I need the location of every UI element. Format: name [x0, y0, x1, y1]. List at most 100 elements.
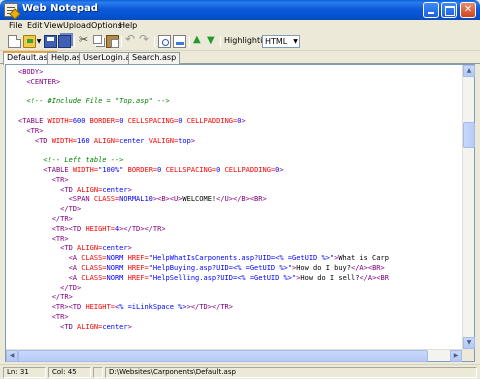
maximize-button[interactable]: [441, 2, 457, 18]
code-token: center: [102, 185, 128, 194]
menu-help[interactable]: Help: [118, 21, 138, 30]
horizontal-scrollbar[interactable]: ◀ ▶: [6, 349, 462, 362]
code-token: >: [190, 136, 196, 145]
code-token: HREF=: [127, 254, 149, 263]
minimize-button[interactable]: [423, 2, 439, 18]
move-up-icon[interactable]: [192, 34, 205, 48]
replace-icon[interactable]: [173, 35, 186, 48]
code-token: WIDTH=: [47, 116, 73, 125]
code-line: <TR><TD HEIGHT=4></TD></TR>: [18, 225, 462, 235]
code-token: NORMAL10: [119, 195, 153, 204]
code-token: <TR>: [51, 175, 69, 184]
code-token: </A><BR: [359, 273, 389, 282]
move-down-icon[interactable]: [206, 35, 219, 48]
code-token: NORM: [106, 273, 128, 282]
code-token: 160: [77, 136, 94, 145]
redo-icon[interactable]: [138, 32, 151, 48]
code-token: <TR>: [51, 234, 69, 243]
cut-icon[interactable]: [78, 33, 91, 48]
code-token: CELLSPACING=: [127, 116, 179, 125]
vertical-scroll-thumb[interactable]: [463, 122, 475, 148]
code-line: <A CLASS=NORM HREF="HelpWhatIsCarponents…: [18, 254, 462, 264]
code-token: BORDER=: [127, 165, 158, 174]
code-token: <!-- #Include File = "Top.asp" -->: [26, 97, 170, 106]
code-text-area[interactable]: <BODY> <CENTER> <!-- #Include File = "To…: [18, 68, 462, 348]
scroll-up-icon[interactable]: ▲: [463, 65, 475, 77]
menu-file[interactable]: File: [8, 21, 23, 30]
code-token: CLASS=: [81, 263, 107, 272]
app-notepad-icon[interactable]: [4, 3, 18, 17]
code-token: 0: [216, 165, 225, 174]
open-dropdown-icon[interactable]: ▼: [36, 35, 42, 48]
status-column-number: Col: 45: [48, 367, 91, 378]
code-line: <TR>: [18, 235, 462, 245]
status-line-number: Ln: 31: [3, 367, 46, 378]
code-line: <A CLASS=NORM HREF="HelpBuying.asp?UID=<…: [18, 264, 462, 274]
code-token: WELCOME!: [182, 195, 217, 204]
menu-edit[interactable]: Edit: [26, 21, 44, 30]
code-line: <TR>: [18, 313, 462, 323]
code-token: <BODY>: [18, 68, 44, 76]
code-editor[interactable]: <BODY> <CENTER> <!-- #Include File = "To…: [5, 64, 475, 362]
code-token: 0: [119, 116, 128, 125]
open-folder-icon[interactable]: [23, 35, 36, 48]
vertical-scrollbar[interactable]: ▲ ▼: [462, 65, 475, 349]
undo-icon[interactable]: [124, 32, 137, 48]
code-line: <TD ALIGN=center>: [18, 323, 462, 333]
scrollbar-corner: [462, 349, 474, 361]
find-icon[interactable]: [158, 35, 171, 48]
code-token: BORDER=: [89, 116, 120, 125]
close-button[interactable]: ✕: [460, 2, 476, 18]
tab-search-asp[interactable]: Search.asp: [128, 52, 181, 64]
code-token: CELLPADDING=: [186, 116, 238, 125]
code-token: >: [127, 185, 132, 194]
code-token: <TR>: [51, 312, 69, 321]
code-line: <BODY>: [18, 68, 462, 78]
menu-view[interactable]: View: [43, 21, 64, 30]
code-token: <TR><TD: [51, 224, 86, 233]
code-token: ALIGN=: [77, 185, 103, 194]
status-modified-indicator: [93, 367, 103, 378]
scroll-right-icon[interactable]: ▶: [450, 350, 462, 362]
scroll-down-icon[interactable]: ▼: [463, 337, 475, 349]
code-token: NORM: [106, 263, 128, 272]
code-line: <A CLASS=NORM HREF="HelpSelling.asp?UID=…: [18, 274, 462, 284]
toolbar: ▼ Highlighting: HTML ▼: [0, 32, 480, 51]
code-token: top: [178, 136, 191, 145]
horizontal-scroll-thumb[interactable]: [18, 350, 428, 362]
toolbar-separator: [189, 36, 190, 47]
save-all-icon[interactable]: [58, 35, 71, 48]
code-token: <CENTER>: [26, 77, 61, 86]
copy-icon[interactable]: [93, 35, 102, 44]
status-file-path: D:\Websites\Carponents\Default.asp: [105, 367, 477, 378]
code-token: >: [127, 244, 132, 253]
code-token: <% =iLinkSpace %>: [114, 303, 187, 312]
code-token: How do I sell?: [300, 273, 360, 282]
chevron-down-icon[interactable]: ▼: [291, 35, 300, 48]
code-token: ALIGN=: [93, 136, 120, 145]
scroll-left-icon[interactable]: ◀: [6, 350, 18, 362]
paste-icon[interactable]: [106, 35, 119, 48]
code-token: "HelpBuying.asp?UID=<% =GetUID %>": [148, 263, 292, 272]
code-token: "HelpSelling.asp?UID=<% =GetUID %>": [148, 273, 297, 282]
code-token: >: [127, 322, 132, 331]
save-icon[interactable]: [44, 35, 57, 48]
code-token: >: [241, 116, 246, 125]
new-file-icon[interactable]: [8, 35, 21, 48]
code-token: <A: [68, 254, 82, 263]
code-token: ></TD></TR>: [119, 224, 166, 233]
code-token: <TR>: [26, 126, 44, 135]
code-line: <CENTER>: [18, 78, 462, 88]
code-line: </TR>: [18, 215, 462, 225]
code-token: NORM: [106, 254, 128, 263]
code-line: <!-- Left table -->: [18, 156, 462, 166]
code-token: CLASS=: [93, 195, 120, 204]
menu-upload[interactable]: Upload: [62, 21, 92, 30]
